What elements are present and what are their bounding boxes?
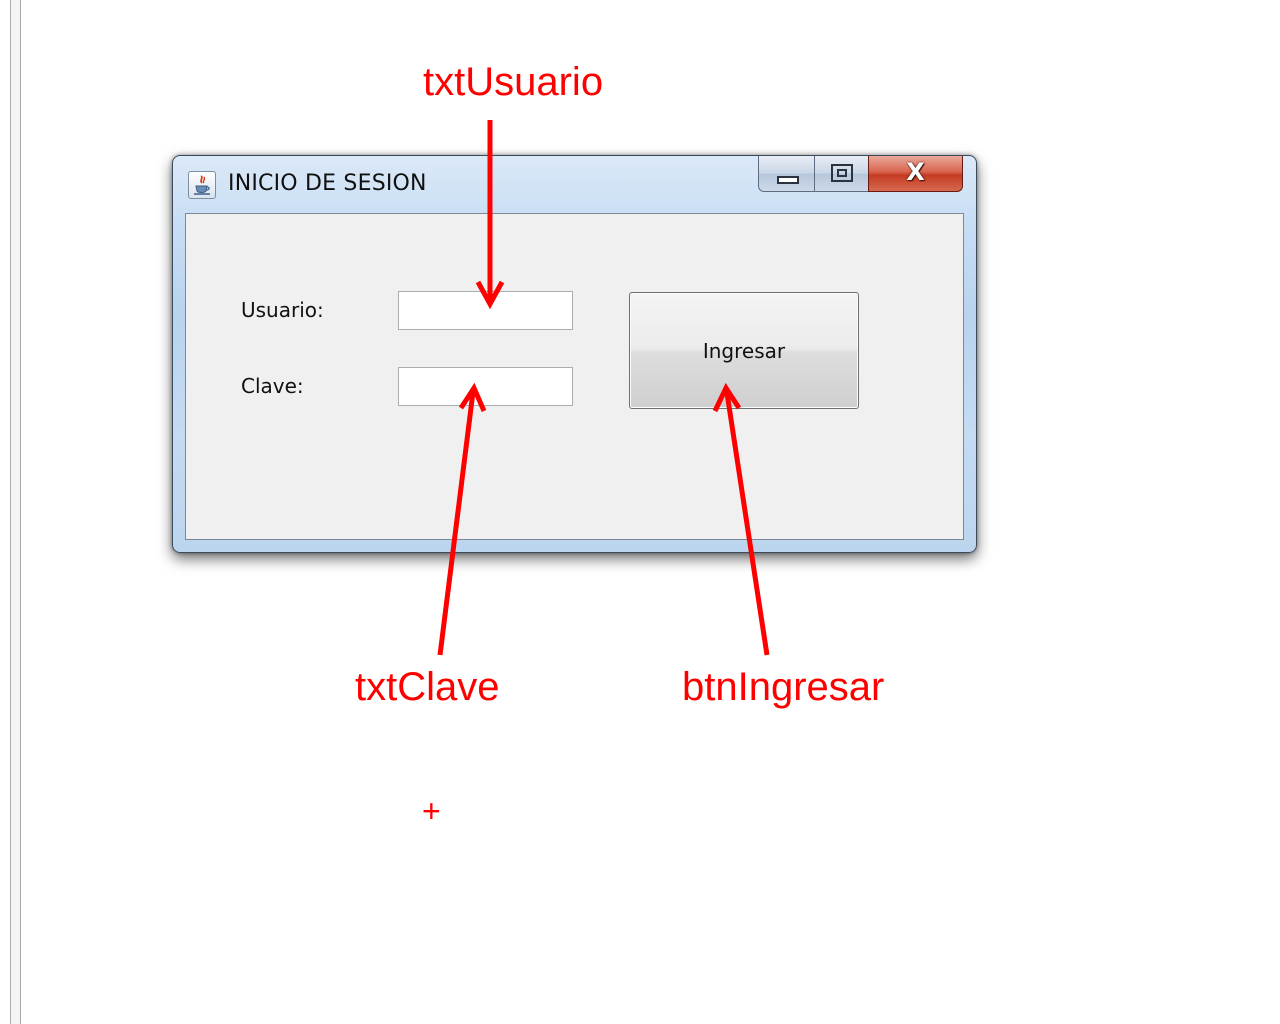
title-bar[interactable]: INICIO DE SESION X [173,156,976,211]
window-title: INICIO DE SESION [228,171,427,196]
login-window: INICIO DE SESION X Usuario: Clave: Ingre… [172,155,977,553]
left-scrollbar-rail [10,0,21,1024]
txt-clave-input[interactable] [398,367,573,406]
caption-buttons: X [758,156,963,194]
usuario-label: Usuario: [241,298,324,322]
txt-usuario-input[interactable] [398,291,573,330]
minimize-button[interactable] [758,156,815,192]
annotation-btn-ingresar: btnIngresar [682,665,885,709]
close-icon: X [906,158,925,186]
maximize-button[interactable] [814,156,869,192]
maximize-icon [831,164,853,182]
login-form-panel: Usuario: Clave: Ingresar [185,213,964,540]
java-cup-icon [188,171,216,199]
minimize-icon [777,176,799,184]
annotation-txt-clave: txtClave [355,665,500,709]
clave-label: Clave: [241,374,304,398]
close-button[interactable]: X [868,156,963,192]
ingresar-button[interactable]: Ingresar [629,292,859,409]
annotation-txt-usuario: txtUsuario [423,60,604,104]
crosshair-cursor-icon: + [422,793,441,829]
